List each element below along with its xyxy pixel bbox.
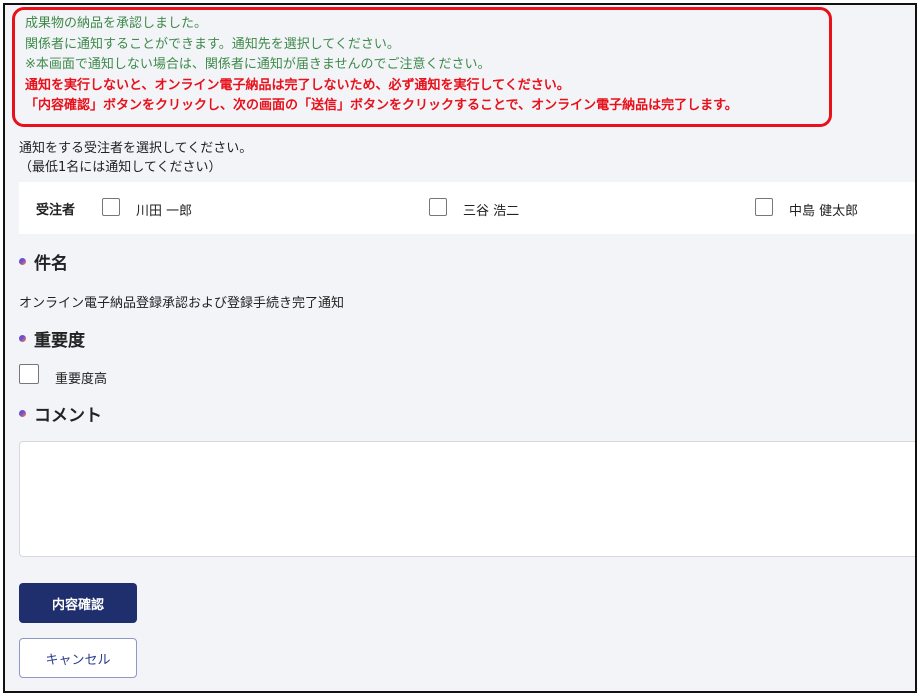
notification-form: 成果物の納品を承認しました。 関係者に通知することができます。通知先を選択してく… [3, 3, 917, 693]
notice-line-caution: ※本画面で通知しない場合は、関係者に通知が届きませんのでご注意ください。 [25, 57, 491, 72]
confirm-content-button[interactable]: 内容確認 [19, 583, 137, 623]
comment-heading: コメント [19, 401, 102, 426]
recipient-label: 受注者 [36, 203, 76, 218]
comment-textarea[interactable] [19, 441, 915, 557]
comment-heading-text: コメント [34, 406, 102, 426]
importance-high-checkbox[interactable] [19, 364, 39, 384]
bullet-dot-icon [19, 258, 26, 265]
cancel-button[interactable]: キャンセル [19, 638, 137, 678]
importance-heading: 重要度 [19, 326, 85, 351]
recipient-name-3: 中島 健太郎 [789, 204, 859, 219]
notice-box: 成果物の納品を承認しました。 関係者に通知することができます。通知先を選択してく… [12, 7, 832, 127]
recipient-name-1: 川田 一郎 [136, 204, 193, 219]
subject-heading: 件名 [19, 249, 68, 274]
recipient-checkbox-2[interactable] [429, 198, 447, 216]
bullet-dot-icon [19, 335, 26, 342]
notice-line-approved: 成果物の納品を承認しました。 [25, 16, 208, 31]
importance-heading-text: 重要度 [34, 331, 85, 351]
recipient-name-2: 三谷 浩二 [463, 204, 520, 219]
recipient-selector: 受注者 川田 一郎 三谷 浩二 中島 健太郎 [19, 182, 915, 234]
bullet-dot-icon [19, 410, 26, 417]
instruction-line-1: 通知をする受注者を選択してください。 [19, 141, 253, 156]
subject-heading-text: 件名 [34, 254, 68, 274]
importance-high-label: 重要度高 [55, 372, 108, 387]
notice-line-select: 関係者に通知することができます。通知先を選択してください。 [25, 36, 400, 52]
subject-value: オンライン電子納品登録承認および登録手続き完了通知 [19, 296, 345, 311]
notice-line-warning: 通知を実行しないと、オンライン電子納品は完了しないため、必ず通知を実行してくださ… [25, 77, 570, 93]
recipient-checkbox-3[interactable] [755, 198, 773, 216]
instruction-line-2: （最低1名には通知してください） [19, 160, 222, 175]
recipient-instruction: 通知をする受注者を選択してください。 （最低1名には通知してください） [19, 139, 252, 177]
notice-line-procedure: 「内容確認」ボタンをクリックし、次の画面の「送信」ボタンをクリックすることで、オ… [25, 98, 738, 113]
recipient-checkbox-1[interactable] [102, 198, 120, 216]
